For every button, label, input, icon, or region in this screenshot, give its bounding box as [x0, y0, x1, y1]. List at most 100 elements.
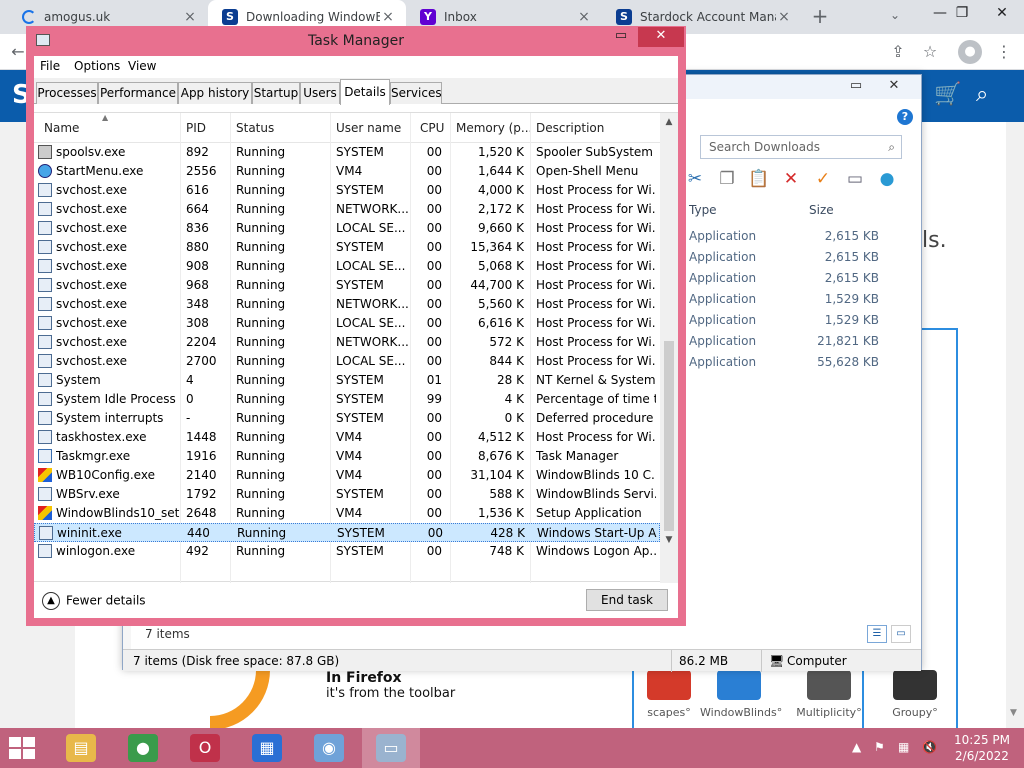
close-icon[interactable]: ✕ [982, 0, 1022, 30]
column-cpu[interactable]: CPU [420, 121, 448, 137]
promo-windowblinds[interactable]: WindowBlinds° [700, 670, 782, 730]
page-scrollbar[interactable] [1006, 122, 1024, 732]
tab-close-icon[interactable]: × [380, 9, 396, 25]
scroll-down-icon[interactable]: ▼ [660, 531, 678, 549]
tab-performance[interactable]: Performance [98, 82, 178, 104]
process-row[interactable]: svchost.exe 2700 Running LOCAL SE... 00 844 K… [34, 352, 660, 371]
promo-groupy[interactable]: Groupy° [876, 670, 954, 730]
download-row[interactable]: Application 21,821 KB [689, 334, 879, 354]
tab-close-icon[interactable]: × [776, 9, 792, 25]
tab-details[interactable]: Details [340, 79, 390, 105]
end-task-button[interactable]: End task [586, 589, 668, 611]
process-row[interactable]: WB10Config.exe 2140 Running VM4 00 31,104 K Wi… [34, 466, 660, 485]
check-icon[interactable]: ✓ [811, 167, 835, 191]
close-icon[interactable]: ✕ [638, 27, 684, 47]
process-row[interactable]: svchost.exe 308 Running LOCAL SE... 00 6,616 … [34, 314, 660, 333]
process-row[interactable]: spoolsv.exe 892 Running SYSTEM 00 1,520 K Spoo… [34, 143, 660, 162]
menu-options[interactable]: Options [74, 59, 120, 73]
column-memory[interactable]: Memory (p... [456, 121, 530, 137]
download-row[interactable]: Application 2,615 KB [689, 250, 879, 270]
details-view-icon[interactable]: ☰ [867, 625, 887, 643]
process-row[interactable]: svchost.exe 2204 Running NETWORK... 00 572 K H… [34, 333, 660, 352]
cut-icon[interactable]: ✂ [683, 167, 707, 191]
tab-users[interactable]: Users [300, 82, 340, 104]
process-row[interactable]: Taskmgr.exe 1916 Running VM4 00 8,676 K Task M… [34, 447, 660, 466]
process-row[interactable]: svchost.exe 968 Running SYSTEM 00 44,700 K Hos… [34, 276, 660, 295]
menu-view[interactable]: View [128, 59, 156, 73]
column-type[interactable]: Type [689, 203, 717, 217]
process-row[interactable]: wininit.exe 440 Running SYSTEM 00 428 K Window… [34, 523, 660, 542]
process-row[interactable]: System 4 Running SYSTEM 01 28 K NT Kernel & Sy… [34, 371, 660, 390]
process-row[interactable]: StartMenu.exe 2556 Running VM4 00 1,644 K Open… [34, 162, 660, 181]
column-pid[interactable]: PID [186, 121, 230, 137]
tab-close-icon[interactable]: × [576, 9, 592, 25]
minimize-icon[interactable]: ▭ [608, 27, 634, 47]
volume-muted-icon[interactable]: 🔇 [922, 740, 937, 754]
process-row[interactable]: System interrupts - Running SYSTEM 00 0 K Defe… [34, 409, 660, 428]
start-button-windows-icon[interactable] [8, 736, 38, 760]
menu-file[interactable]: File [40, 59, 60, 73]
properties-icon[interactable]: ▭ [843, 167, 867, 191]
download-row[interactable]: Application 55,628 KB [689, 355, 879, 375]
task-manager-titlebar[interactable]: Task Manager ▭ □ ✕ [26, 26, 686, 56]
column-name[interactable]: Name [44, 121, 174, 137]
process-row[interactable]: svchost.exe 908 Running LOCAL SE... 00 5,068 … [34, 257, 660, 276]
taskbar-app-opera[interactable]: O [176, 728, 234, 768]
scroll-down-icon[interactable]: ▼ [1010, 708, 1017, 718]
tab-services[interactable]: Services [390, 82, 442, 104]
process-row[interactable]: System Idle Process 0 Running SYSTEM 99 4 K Pe… [34, 390, 660, 409]
downloads-search-input[interactable]: Search Downloads ⌕ [700, 135, 902, 159]
process-row[interactable]: svchost.exe 348 Running NETWORK... 00 5,560 K… [34, 295, 660, 314]
taskbar-app-windowblinds[interactable]: ▦ [238, 728, 296, 768]
column-status[interactable]: Status [236, 121, 326, 137]
column-user-name[interactable]: User name [336, 121, 408, 137]
process-row[interactable]: taskhostex.exe 1448 Running VM4 00 4,512 K Hos… [34, 428, 660, 447]
restore-icon[interactable]: ❐ [942, 0, 982, 30]
tab-processes[interactable]: Processes [36, 82, 98, 104]
scrollbar-thumb[interactable] [664, 341, 674, 531]
menu-icon[interactable]: ⋮ [992, 40, 1016, 64]
process-row[interactable]: winlogon.exe 492 Running SYSTEM 00 748 K Windo… [34, 542, 660, 561]
delete-icon[interactable]: ✕ [779, 167, 803, 191]
cart-icon[interactable]: 🛒 [934, 82, 961, 107]
taskbar-app-file-explorer[interactable]: ▤ [52, 728, 110, 768]
process-row[interactable]: svchost.exe 880 Running SYSTEM 00 15,364 K Hos… [34, 238, 660, 257]
network-icon[interactable]: ▦ [898, 740, 909, 754]
process-row[interactable]: WindowBlinds10_set... 2648 Running VM4 00 1,5… [34, 504, 660, 523]
profile-icon[interactable]: ● [958, 40, 982, 64]
tab-startup[interactable]: Startup [252, 82, 300, 104]
taskbar-app-task-manager[interactable]: ▭ [362, 728, 420, 768]
column-size[interactable]: Size [809, 203, 834, 217]
help-icon[interactable]: ? [897, 109, 913, 125]
close-icon[interactable]: ✕ [879, 77, 909, 97]
process-row[interactable]: svchost.exe 616 Running SYSTEM 00 4,000 K Host… [34, 181, 660, 200]
taskbar-app-setup[interactable]: ◉ [300, 728, 358, 768]
promo-multiplicity[interactable]: Multiplicity° [790, 670, 868, 730]
process-row[interactable]: svchost.exe 836 Running LOCAL SE... 00 9,660 … [34, 219, 660, 238]
download-row[interactable]: Application 1,529 KB [689, 313, 879, 333]
minimize-icon[interactable]: ▭ [841, 77, 871, 97]
process-row[interactable]: WBSrv.exe 1792 Running SYSTEM 00 588 K WindowB… [34, 485, 660, 504]
vertical-scrollbar[interactable]: ▲ ▼ [660, 113, 678, 583]
download-row[interactable]: Application 1,529 KB [689, 292, 879, 312]
bookmark-star-icon[interactable]: ☆ [918, 40, 942, 64]
download-row[interactable]: Application 2,615 KB [689, 271, 879, 291]
show-hidden-icons-icon[interactable]: ▲ [852, 740, 861, 754]
globe-icon[interactable]: ● [875, 167, 899, 191]
action-center-flag-icon[interactable]: ⚑ [874, 740, 885, 754]
tab-close-icon[interactable]: × [182, 9, 198, 25]
paste-icon[interactable]: 📋 [747, 167, 771, 191]
search-icon[interactable]: ⌕ [976, 82, 988, 107]
thumbnail-view-icon[interactable]: ▭ [891, 625, 911, 643]
new-tab-button[interactable]: + [808, 5, 832, 29]
fewer-details-button[interactable]: ▲ Fewer details [42, 592, 146, 610]
column-description[interactable]: Description [536, 121, 656, 137]
share-icon[interactable]: ⇪ [886, 40, 910, 64]
process-row[interactable]: svchost.exe 664 Running NETWORK... 00 2,172 K… [34, 200, 660, 219]
scroll-up-icon[interactable]: ▲ [660, 113, 678, 131]
taskbar-app-chrome[interactable]: ● [114, 728, 172, 768]
system-clock[interactable]: 10:25 PM 2/6/2022 [952, 732, 1012, 764]
download-row[interactable]: Application 2,615 KB [689, 229, 879, 249]
copy-icon[interactable]: ❐ [715, 167, 739, 191]
tab-search-icon[interactable]: ⌄ [890, 8, 900, 22]
